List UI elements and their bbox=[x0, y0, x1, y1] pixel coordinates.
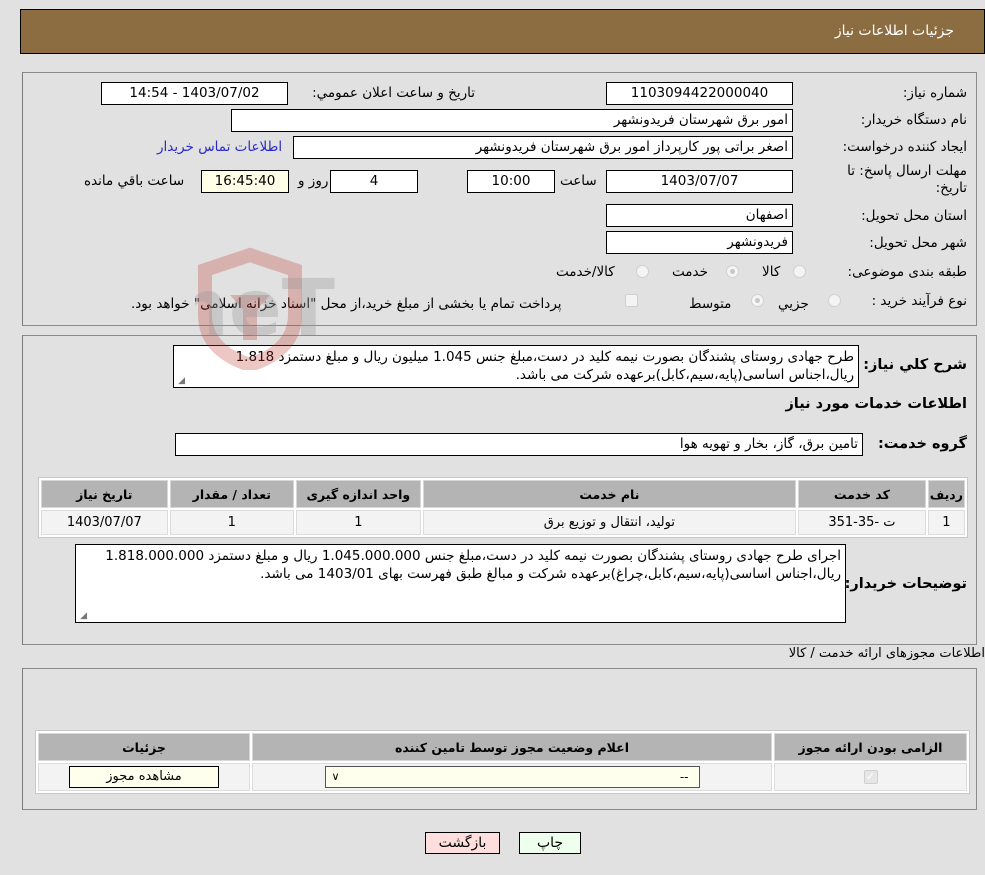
remaining-time-field: 16:45:40 bbox=[201, 170, 289, 193]
cell-quantity: 1 bbox=[169, 510, 295, 535]
buyer-org-field: امور برق شهرستان فریدونشهر bbox=[231, 109, 793, 132]
cell-service-code: ت -35-351 bbox=[798, 510, 926, 535]
print-button[interactable]: چاپ bbox=[519, 832, 581, 854]
page-header: جزئیات اطلاعات نیاز bbox=[20, 9, 985, 54]
deadline-date-field: 1403/07/07 bbox=[606, 170, 793, 193]
col-service-code: کد خدمت bbox=[798, 480, 926, 508]
process-option-medium: متوسط bbox=[689, 296, 732, 312]
col-license-required: الزامی بودن ارائه مجوز bbox=[774, 733, 967, 761]
license-required-checkbox[interactable]: ✓ bbox=[863, 770, 878, 784]
services-table: ردیف کد خدمت نام خدمت واحد اندازه گیری ت… bbox=[38, 477, 968, 538]
category-option-goods-service: کالا/خدمت bbox=[556, 264, 615, 280]
buyer-org-label: نام دستگاه خریدار: bbox=[860, 112, 967, 128]
buyer-notes-label: توضیحات خریدار: bbox=[844, 576, 967, 592]
treasury-checkbox-label: پرداخت تمام یا بخشی از مبلغ خرید،از محل … bbox=[131, 296, 562, 312]
licenses-heading: اطلاعات مجوزهای ارائه خدمت / کالا bbox=[788, 646, 985, 661]
col-need-date: تاریخ نیاز bbox=[41, 480, 168, 508]
summary-textarea[interactable]: طرح جهادی روستای پشندگان بصورت نیمه کلید… bbox=[173, 345, 859, 388]
city-field: فریدونشهر bbox=[606, 231, 793, 254]
col-quantity: تعداد / مقدار bbox=[169, 480, 295, 508]
province-label: استان محل تحویل: bbox=[861, 208, 967, 224]
creator-label: ایجاد کننده درخواست: bbox=[842, 139, 967, 155]
process-radio-medium[interactable] bbox=[751, 294, 764, 307]
remaining-label: ساعت باقي مانده bbox=[84, 173, 185, 189]
province-field: اصفهان bbox=[606, 204, 793, 227]
col-license-status: اعلام وضعیت مجوز توسط تامین کننده bbox=[252, 733, 772, 761]
services-heading: اطلاعات خدمات مورد نیاز bbox=[785, 396, 967, 412]
days-label: روز و bbox=[298, 173, 329, 189]
deadline-label: مهلت ارسال پاسخ: تا تاریخ: bbox=[847, 163, 967, 196]
buyer-contact-link[interactable]: اطلاعات تماس خریدار bbox=[157, 139, 282, 155]
page-title: جزئیات اطلاعات نیاز bbox=[834, 23, 954, 39]
announce-label: تاریخ و ساعت اعلان عمومي: bbox=[312, 85, 475, 101]
cell-unit: 1 bbox=[296, 510, 421, 535]
chevron-down-icon: ∨ bbox=[331, 770, 340, 783]
need-number-label: شماره نیاز: bbox=[902, 85, 967, 101]
treasury-checkbox[interactable] bbox=[625, 294, 638, 307]
service-group-label: گروه خدمت: bbox=[877, 436, 967, 452]
service-group-field: تامین برق، گاز، بخار و تهویه هوا bbox=[175, 433, 863, 456]
process-option-minor: جزيي bbox=[778, 296, 809, 312]
licenses-table: الزامی بودن ارائه مجوز اعلام وضعیت مجوز … bbox=[35, 730, 970, 794]
services-table-header: ردیف کد خدمت نام خدمت واحد اندازه گیری ت… bbox=[41, 480, 965, 508]
category-radio-goods-service[interactable] bbox=[636, 265, 649, 278]
col-license-details: جزئیات bbox=[38, 733, 250, 761]
cell-license-details: مشاهده مجوز bbox=[38, 763, 250, 791]
category-option-service: خدمت bbox=[672, 264, 708, 280]
cell-need-date: 1403/07/07 bbox=[41, 510, 168, 535]
resize-grip-icon[interactable]: ◢ bbox=[78, 612, 87, 621]
col-unit: واحد اندازه گیری bbox=[296, 480, 421, 508]
deadline-time-label: ساعت bbox=[560, 173, 597, 189]
buyer-notes-textarea[interactable]: اجرای طرح جهادی روستای پشندگان بصورت نیم… bbox=[75, 544, 846, 623]
creator-field: اصغر براتی پور کارپرداز امور برق شهرستان… bbox=[293, 136, 793, 159]
back-button[interactable]: بازگشت bbox=[425, 832, 500, 854]
cell-service-name: تولید، انتقال و توزیع برق bbox=[422, 510, 797, 535]
cell-license-status: -- ∨ bbox=[252, 763, 772, 791]
view-license-button[interactable]: مشاهده مجوز bbox=[69, 766, 219, 788]
days-remaining-field: 4 bbox=[330, 170, 418, 193]
announce-datetime-field: 1403/07/02 - 14:54 bbox=[101, 82, 288, 105]
licenses-table-header: الزامی بودن ارائه مجوز اعلام وضعیت مجوز … bbox=[38, 733, 967, 761]
process-radio-minor[interactable] bbox=[828, 294, 841, 307]
category-label: طبقه بندی موضوعی: bbox=[847, 264, 967, 280]
buyer-notes-text: اجرای طرح جهادی روستای پشندگان بصورت نیم… bbox=[105, 548, 841, 582]
summary-text: طرح جهادی روستای پشندگان بصورت نیمه کلید… bbox=[235, 349, 854, 383]
resize-grip-icon[interactable]: ◢ bbox=[176, 377, 185, 386]
process-label: نوع فرآیند خرید : bbox=[871, 293, 967, 309]
col-service-name: نام خدمت bbox=[422, 480, 797, 508]
category-radio-service[interactable] bbox=[726, 265, 739, 278]
table-row: ✓ -- ∨ مشاهده مجوز bbox=[38, 763, 967, 791]
category-option-goods: کالا bbox=[762, 264, 781, 280]
city-label: شهر محل تحویل: bbox=[869, 235, 967, 251]
cell-license-required: ✓ bbox=[774, 763, 967, 791]
category-radio-goods[interactable] bbox=[793, 265, 806, 278]
table-row: 1 ت -35-351 تولید، انتقال و توزیع برق 1 … bbox=[41, 510, 965, 535]
summary-label: شرح كلي نياز: bbox=[863, 357, 967, 373]
cell-row-number: 1 bbox=[927, 510, 965, 535]
col-row-number: ردیف bbox=[927, 480, 965, 508]
license-status-select[interactable]: -- ∨ bbox=[324, 766, 700, 788]
deadline-time-field: 10:00 bbox=[467, 170, 555, 193]
need-number-field: 1103094422000040 bbox=[606, 82, 793, 105]
license-status-value: -- bbox=[679, 770, 689, 784]
